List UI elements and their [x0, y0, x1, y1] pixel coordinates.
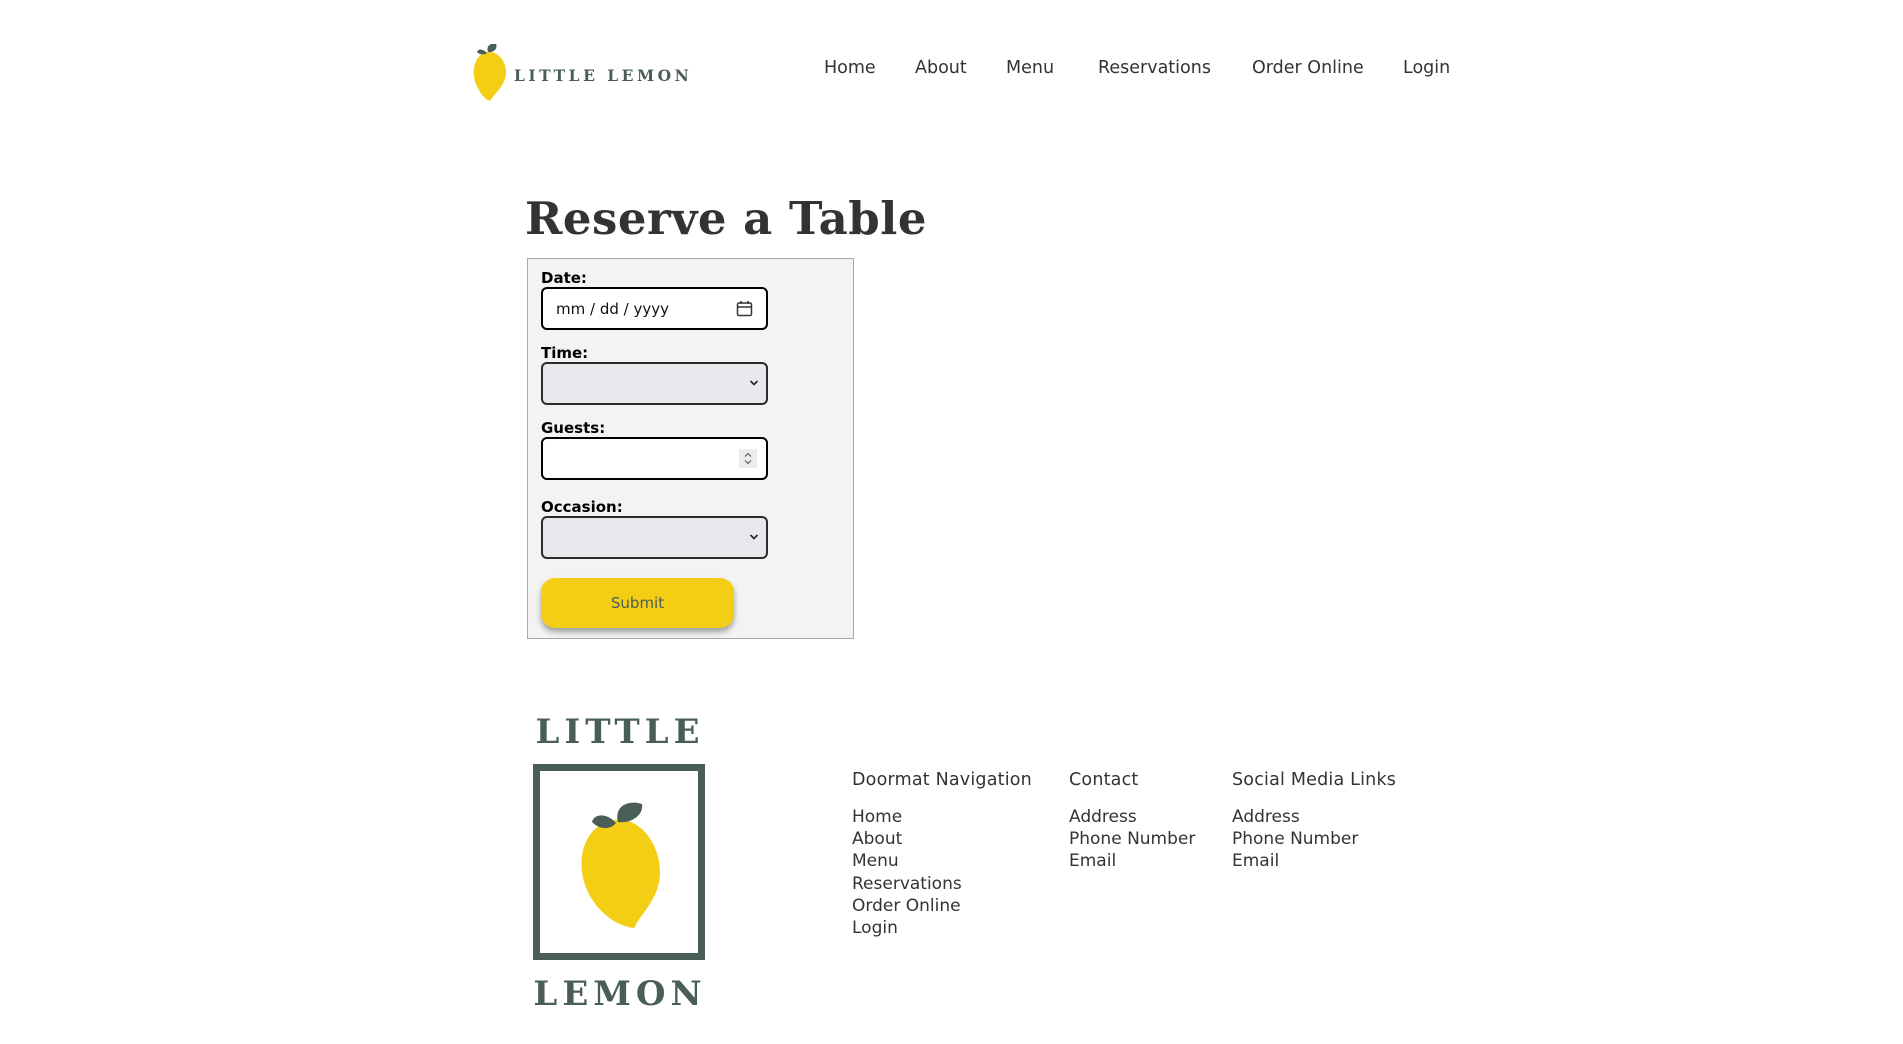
footer-link-menu[interactable]: Menu	[852, 850, 1032, 872]
social-email-link[interactable]: Email	[1232, 850, 1396, 872]
chevron-down-icon	[749, 534, 759, 540]
date-input[interactable]: mm / dd / yyyy	[541, 287, 768, 330]
occasion-label: Occasion:	[541, 498, 623, 516]
nav-item-order-online[interactable]: Order Online	[1252, 58, 1364, 78]
footer-logo-bottom-word: LEMON	[533, 974, 707, 1014]
social-address-link[interactable]: Address	[1232, 806, 1396, 828]
date-label: Date:	[541, 269, 587, 287]
time-label: Time:	[541, 344, 589, 362]
guests-input[interactable]	[541, 437, 768, 480]
footer-doormat-nav: Doormat Navigation Home About Menu Reser…	[852, 770, 1032, 939]
spinner-icon[interactable]	[739, 449, 757, 468]
stepper-arrows-icon	[744, 452, 752, 465]
footer-link-reservations[interactable]: Reservations	[852, 873, 1032, 895]
nav-item-menu[interactable]: Menu	[1006, 58, 1054, 78]
submit-button[interactable]: Submit	[541, 578, 734, 628]
occasion-select[interactable]	[541, 516, 768, 559]
footer-logo-top-word: LITTLE	[535, 712, 705, 752]
nav-item-about[interactable]: About	[915, 58, 967, 78]
nav-item-login[interactable]: Login	[1403, 58, 1450, 78]
main-nav: Home About Menu Reservations Order Onlin…	[0, 58, 1903, 88]
footer-logo: LITTLE LEMON	[530, 712, 710, 1017]
footer-link-about[interactable]: About	[852, 828, 1032, 850]
contact-phone-link[interactable]: Phone Number	[1069, 828, 1195, 850]
lemon-icon	[581, 802, 660, 928]
footer-link-login[interactable]: Login	[852, 917, 1032, 939]
social-phone-link[interactable]: Phone Number	[1232, 828, 1396, 850]
contact-heading: Contact	[1069, 770, 1139, 790]
calendar-icon[interactable]	[736, 300, 753, 317]
guests-label: Guests:	[541, 419, 606, 437]
social-heading: Social Media Links	[1232, 770, 1397, 790]
doormat-heading: Doormat Navigation	[852, 770, 1032, 790]
reservation-form: Date: mm / dd / yyyy Time: Guests: Occas…	[527, 258, 854, 639]
time-select[interactable]	[541, 362, 768, 405]
chevron-down-icon	[749, 380, 759, 386]
site-header: LITTLE LEMON Home About Menu Reservation…	[0, 0, 1903, 150]
nav-item-reservations[interactable]: Reservations	[1098, 58, 1211, 78]
contact-address-link[interactable]: Address	[1069, 806, 1195, 828]
footer-contact: Contact Address Phone Number Email	[1069, 770, 1195, 873]
footer-link-order-online[interactable]: Order Online	[852, 895, 1032, 917]
footer-link-home[interactable]: Home	[852, 806, 1032, 828]
contact-email-link[interactable]: Email	[1069, 850, 1195, 872]
page-title: Reserve a Table	[525, 192, 927, 245]
nav-item-home[interactable]: Home	[824, 58, 876, 78]
footer-social: Social Media Links Address Phone Number …	[1232, 770, 1396, 873]
date-placeholder: mm / dd / yyyy	[556, 300, 669, 318]
